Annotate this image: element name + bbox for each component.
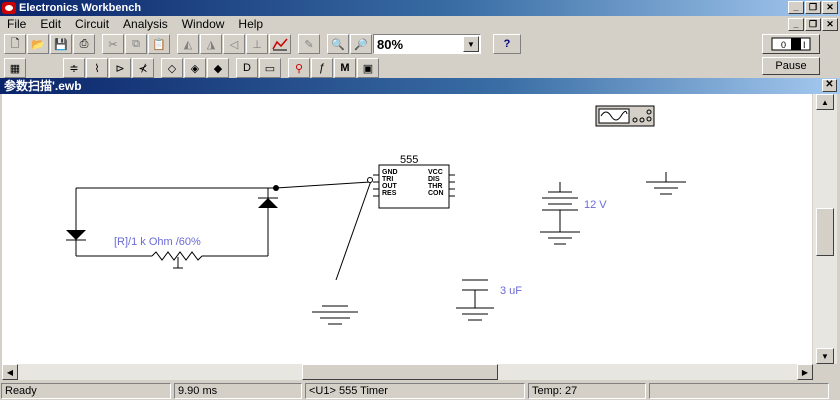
potentiometer bbox=[151, 251, 203, 261]
rotate-icon[interactable]: ◭ bbox=[177, 34, 199, 54]
status-state: Ready bbox=[1, 383, 171, 399]
paste-icon[interactable]: 📋 bbox=[148, 34, 170, 54]
chevron-down-icon[interactable]: ▼ bbox=[463, 36, 479, 52]
parts-toolbar: ▦ ≑ ⌇ ⊳ ⊀ ◇ ◈ ◆ D ▭ ⚲ ƒ M ▣ bbox=[0, 56, 840, 80]
size-grip bbox=[813, 364, 837, 380]
menu-bar: File Edit Circuit Analysis Window Help _… bbox=[0, 16, 840, 32]
document-title-bar: 参数扫描'.ewb ✕ bbox=[0, 78, 840, 94]
wire-to-ground bbox=[335, 177, 373, 281]
transistors-bin-icon[interactable]: ⊀ bbox=[132, 58, 154, 78]
svg-text:0: 0 bbox=[781, 40, 786, 50]
close-icon[interactable]: ✕ bbox=[822, 79, 837, 92]
flip-horizontal-icon[interactable]: ◮ bbox=[200, 34, 222, 54]
status-selection: <U1> 555 Timer bbox=[305, 383, 525, 399]
vertical-scroll-thumb[interactable] bbox=[816, 208, 834, 256]
doc-close-button[interactable]: ✕ bbox=[822, 18, 838, 31]
digital-bin-icon[interactable]: ▭ bbox=[259, 58, 281, 78]
timer-pins-left: GND TRI OUT RES bbox=[382, 169, 398, 197]
logic-gates-bin-icon[interactable]: D bbox=[236, 58, 258, 78]
open-folder-icon[interactable]: 📂 bbox=[27, 34, 49, 54]
timer-pins-right: VCC DIS THR CON bbox=[428, 169, 444, 197]
status-empty bbox=[649, 383, 829, 399]
scroll-right-icon[interactable]: ▶ bbox=[797, 364, 813, 380]
instruments-bin-icon[interactable]: ▣ bbox=[357, 58, 379, 78]
zoom-out-icon[interactable]: 🔍 bbox=[327, 34, 349, 54]
print-icon[interactable]: ⎙ bbox=[73, 34, 95, 54]
close-button[interactable]: ✕ bbox=[822, 1, 838, 14]
mixed-ics-bin-icon[interactable]: ◈ bbox=[184, 58, 206, 78]
menu-circuit[interactable]: Circuit bbox=[68, 17, 116, 31]
save-icon[interactable]: 💾 bbox=[50, 34, 72, 54]
menu-file[interactable]: File bbox=[0, 17, 33, 31]
circuit-schematic bbox=[66, 105, 686, 325]
flip-vertical-icon[interactable]: ◁ bbox=[223, 34, 245, 54]
scroll-down-icon[interactable]: ▼ bbox=[816, 348, 834, 364]
circuit-canvas[interactable]: 555 GND TRI OUT RES VCC DIS THR CON [R]/… bbox=[2, 94, 812, 364]
timer-title: 555 bbox=[400, 154, 419, 166]
doc-restore-button[interactable]: ❐ bbox=[805, 18, 821, 31]
miscellaneous-bin-icon[interactable]: M bbox=[334, 58, 356, 78]
battery-label: 12 V bbox=[584, 199, 607, 211]
timer-pin-connector bbox=[367, 177, 373, 183]
cut-icon[interactable]: ✂ bbox=[102, 34, 124, 54]
new-file-icon[interactable]: 🗋 bbox=[4, 34, 26, 54]
menu-analysis[interactable]: Analysis bbox=[116, 17, 175, 31]
status-temperature: Temp: 27 bbox=[528, 383, 646, 399]
main-toolbar: 🗋 📂 💾 ⎙ ✂ ⧉ 📋 ◭ ◮ ◁ ⊥ ✎ 🔍 🔎 80% ▼ ? bbox=[0, 32, 840, 56]
minimize-button[interactable]: _ bbox=[788, 1, 804, 14]
subcircuit-icon[interactable]: ⊥ bbox=[246, 34, 268, 54]
app-icon bbox=[2, 2, 16, 14]
digital-ics-bin-icon[interactable]: ◆ bbox=[207, 58, 229, 78]
status-bar: Ready 9.90 ms <U1> 555 Timer Temp: 27 bbox=[0, 383, 840, 400]
wire-junction bbox=[273, 185, 279, 191]
menu-help[interactable]: Help bbox=[231, 17, 270, 31]
document-title: 参数扫描'.ewb bbox=[4, 79, 82, 93]
diode-left bbox=[66, 230, 86, 240]
help-button[interactable]: ? bbox=[493, 34, 521, 54]
copy-icon[interactable]: ⧉ bbox=[125, 34, 147, 54]
app-title: Electronics Workbench bbox=[19, 2, 142, 14]
menu-edit[interactable]: Edit bbox=[33, 17, 68, 31]
menu-window[interactable]: Window bbox=[175, 17, 232, 31]
graph-icon[interactable] bbox=[269, 34, 291, 54]
diodes-bin-icon[interactable]: ⊳ bbox=[109, 58, 131, 78]
power-switch-icon[interactable]: 0I bbox=[762, 34, 820, 54]
zoom-select[interactable]: 80% ▼ bbox=[373, 34, 481, 54]
capacitor-label: 3 uF bbox=[500, 285, 523, 297]
zoom-in-icon[interactable]: 🔎 bbox=[350, 34, 372, 54]
horizontal-scrollbar[interactable]: ◀ ▶ bbox=[2, 364, 813, 380]
scroll-left-icon[interactable]: ◀ bbox=[2, 364, 18, 380]
pause-button[interactable]: Pause bbox=[762, 57, 820, 75]
scroll-up-icon[interactable]: ▲ bbox=[816, 94, 834, 110]
component-properties-icon[interactable]: ✎ bbox=[298, 34, 320, 54]
indicators-bin-icon[interactable]: ⚲ bbox=[288, 58, 310, 78]
horizontal-scroll-thumb[interactable] bbox=[302, 364, 498, 380]
svg-text:I: I bbox=[803, 40, 806, 50]
zoom-value: 80% bbox=[377, 36, 404, 52]
sources-bin-icon[interactable]: ≑ bbox=[63, 58, 85, 78]
favorites-bin-icon[interactable]: ▦ bbox=[4, 58, 26, 78]
diode-right bbox=[258, 198, 278, 208]
restore-button[interactable]: ❐ bbox=[805, 1, 821, 14]
resistor-label: [R]/1 k Ohm /60% bbox=[114, 236, 201, 248]
app-title-bar: Electronics Workbench _ ❐ ✕ bbox=[0, 0, 840, 16]
basic-bin-icon[interactable]: ⌇ bbox=[86, 58, 108, 78]
wire-to-timer bbox=[275, 181, 371, 189]
analog-ics-bin-icon[interactable]: ◇ bbox=[161, 58, 183, 78]
doc-minimize-button[interactable]: _ bbox=[788, 18, 804, 31]
vertical-scrollbar[interactable]: ▲ ▼ bbox=[813, 94, 837, 364]
status-time: 9.90 ms bbox=[174, 383, 302, 399]
controls-bin-icon[interactable]: ƒ bbox=[311, 58, 333, 78]
